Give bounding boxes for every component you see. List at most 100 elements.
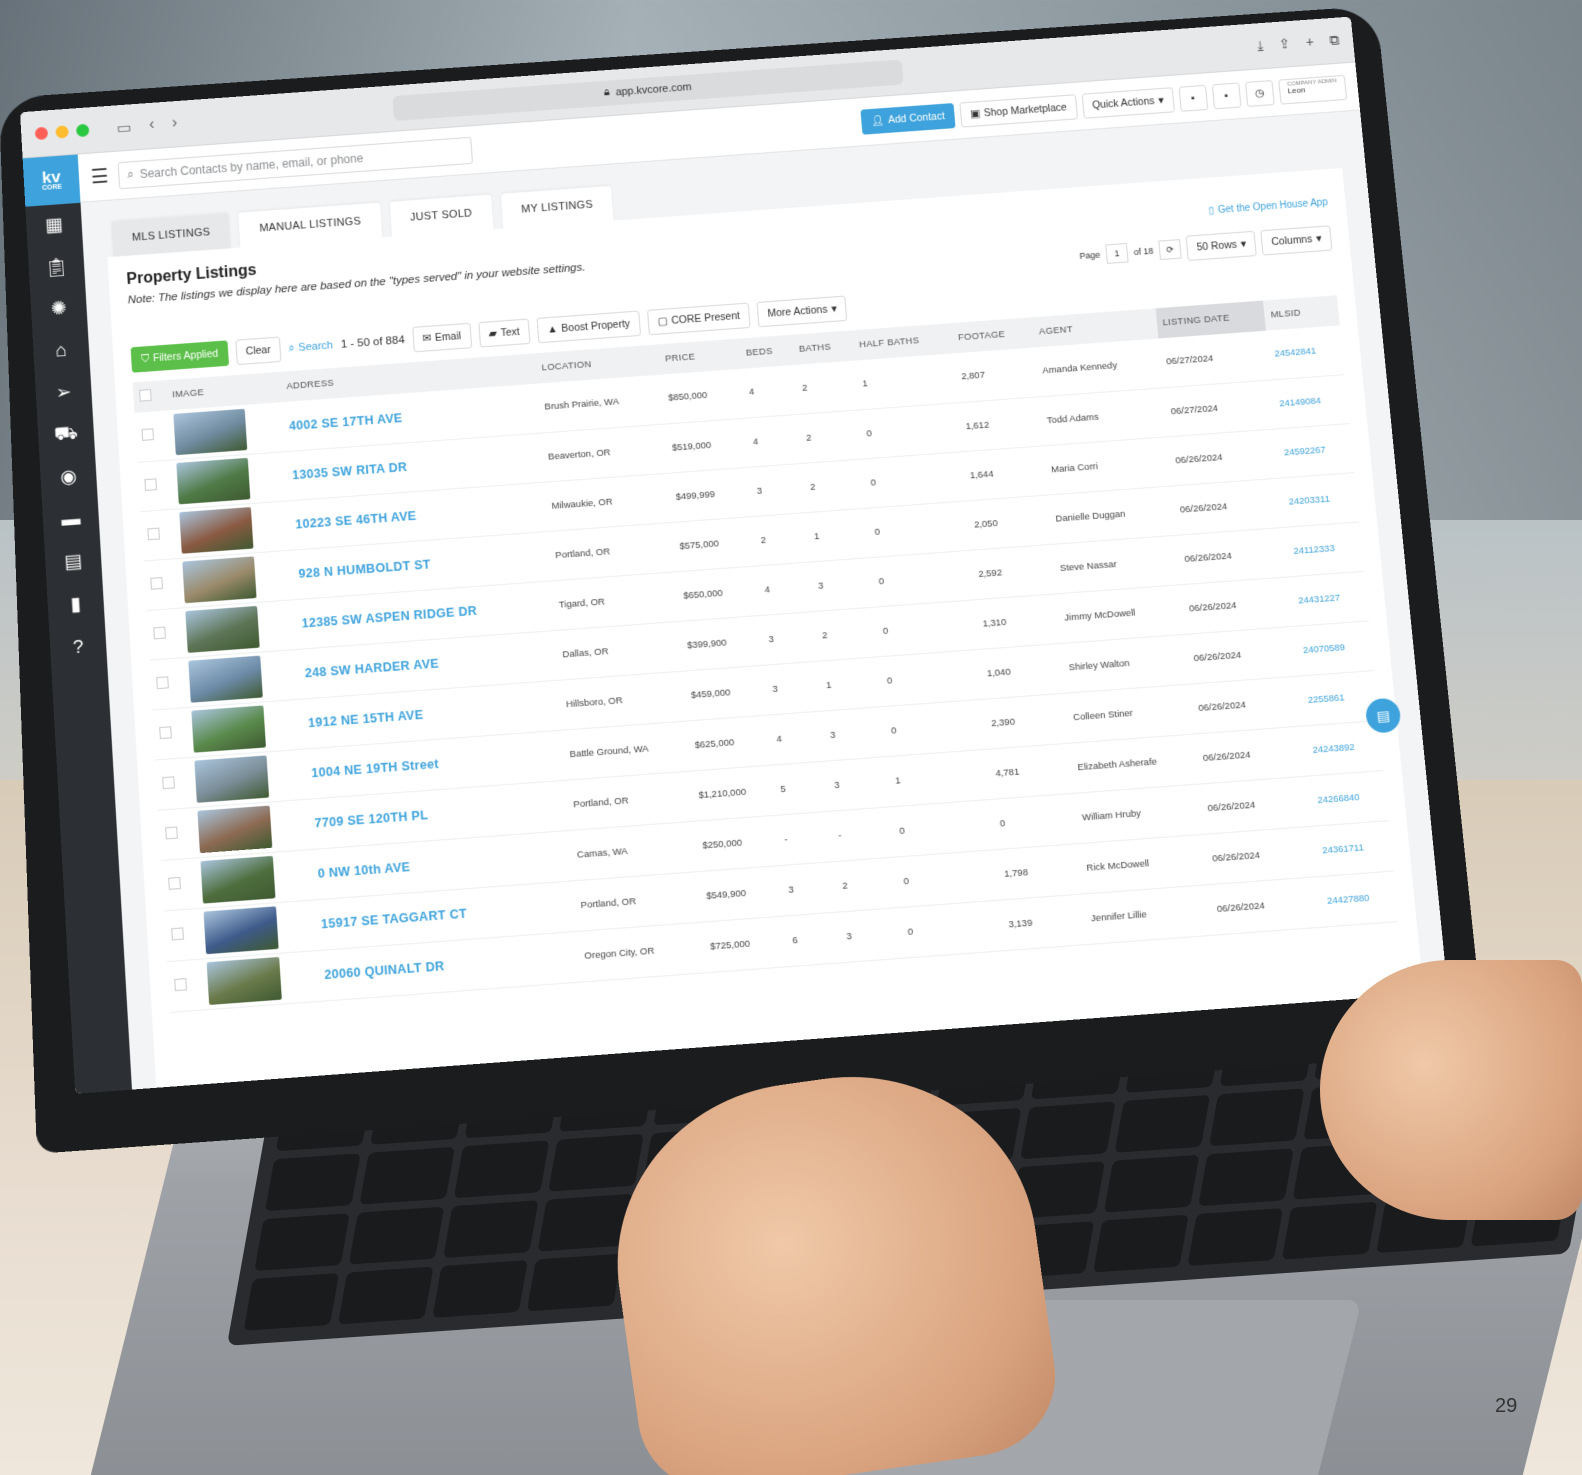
clock-icon: ◷ bbox=[1254, 86, 1265, 100]
search-link[interactable]: ⌕ Search bbox=[288, 339, 333, 355]
property-thumbnail[interactable] bbox=[200, 855, 276, 904]
mlsid-link[interactable]: 24592267 bbox=[1283, 444, 1326, 458]
mlsid-link[interactable]: 24070589 bbox=[1302, 642, 1345, 656]
filters-applied-button[interactable]: ⛉ Filters Applied bbox=[130, 340, 229, 373]
mlsid-link[interactable]: 2255861 bbox=[1307, 692, 1345, 706]
eye-icon[interactable]: ◉ bbox=[40, 454, 98, 500]
tabs-overview-icon[interactable]: ⧉ bbox=[1329, 32, 1340, 49]
mlsid-link[interactable]: 24431227 bbox=[1298, 592, 1341, 606]
row-checkbox[interactable] bbox=[153, 626, 166, 639]
property-address-link[interactable]: 20060 QUINALT DR bbox=[324, 959, 445, 982]
email-button[interactable]: ✉ Email bbox=[411, 322, 472, 353]
envelope-icon: ✉ bbox=[422, 332, 432, 345]
share-icon[interactable]: ⇪ bbox=[1278, 35, 1291, 52]
send-icon[interactable]: ➢ bbox=[35, 370, 93, 416]
row-checkbox[interactable] bbox=[147, 527, 160, 540]
store-icon[interactable]: ▤ bbox=[44, 539, 102, 586]
property-address-link[interactable]: 10223 SE 46TH AVE bbox=[295, 509, 417, 532]
column-header-baths[interactable]: BATHS bbox=[791, 330, 855, 365]
property-address-link[interactable]: 12385 SW ASPEN RIDGE DR bbox=[301, 604, 477, 631]
history-button[interactable]: ◷ bbox=[1244, 79, 1275, 107]
property-address-link[interactable]: 15917 SE TAGGART CT bbox=[321, 906, 468, 931]
column-header-beds[interactable]: BEDS bbox=[738, 334, 795, 369]
page-input[interactable]: 1 bbox=[1105, 242, 1129, 264]
help-icon[interactable]: ? bbox=[49, 624, 107, 671]
property-thumbnail[interactable] bbox=[173, 408, 248, 455]
mlsid-link[interactable]: 24427880 bbox=[1326, 892, 1369, 906]
property-thumbnail[interactable] bbox=[191, 705, 266, 753]
mlsid-link[interactable]: 24542841 bbox=[1274, 346, 1317, 360]
property-thumbnail[interactable] bbox=[194, 755, 270, 803]
row-checkbox[interactable] bbox=[168, 876, 181, 890]
mlsid-link[interactable]: 24203311 bbox=[1288, 493, 1330, 507]
property-thumbnail[interactable] bbox=[176, 457, 251, 505]
home-icon[interactable]: ⌂ bbox=[32, 328, 90, 374]
row-checkbox[interactable] bbox=[174, 977, 187, 991]
more-actions-button[interactable]: More Actions ▾ bbox=[756, 295, 848, 328]
truck-icon[interactable]: ⛟ bbox=[37, 412, 95, 458]
download-icon[interactable]: ⤓ bbox=[1256, 37, 1264, 54]
dashboard-icon[interactable]: ▦ bbox=[25, 203, 83, 249]
tasks-button[interactable]: ▪ bbox=[1211, 82, 1242, 109]
property-thumbnail[interactable] bbox=[185, 605, 260, 653]
network-icon[interactable]: ✺ bbox=[30, 286, 88, 332]
clear-button[interactable]: Clear bbox=[235, 336, 282, 366]
minimize-window-button[interactable] bbox=[55, 125, 69, 139]
card-icon[interactable]: ▬ bbox=[42, 496, 100, 542]
close-window-button[interactable] bbox=[34, 126, 49, 141]
property-thumbnail[interactable] bbox=[197, 805, 273, 854]
maximize-window-button[interactable] bbox=[75, 123, 90, 138]
mlsid-link[interactable]: 24266840 bbox=[1317, 791, 1360, 805]
property-address-link[interactable]: 4002 SE 17TH AVE bbox=[288, 411, 402, 433]
property-thumbnail[interactable] bbox=[188, 655, 263, 703]
row-checkbox[interactable] bbox=[156, 675, 169, 689]
mlsid-link[interactable]: 24243892 bbox=[1312, 741, 1355, 755]
rows-per-page-select[interactable]: 50 Rows ▾ bbox=[1185, 230, 1258, 261]
property-address-link[interactable]: 1004 NE 19TH Street bbox=[311, 757, 439, 780]
property-address-link[interactable]: 7709 SE 120TH PL bbox=[314, 808, 428, 830]
chart-icon[interactable]: ▮ bbox=[47, 581, 105, 628]
refresh-icon[interactable]: ⟳ bbox=[1158, 239, 1182, 261]
property-thumbnail[interactable] bbox=[182, 556, 257, 604]
date-cell: 06/26/2024 bbox=[1203, 825, 1319, 885]
row-checkbox[interactable] bbox=[144, 477, 157, 491]
row-checkbox[interactable] bbox=[141, 428, 155, 442]
date-cell: 06/26/2024 bbox=[1167, 428, 1281, 486]
row-checkbox[interactable] bbox=[159, 725, 172, 739]
columns-button[interactable]: Columns ▾ bbox=[1260, 225, 1333, 256]
select-all-checkbox[interactable] bbox=[139, 389, 152, 402]
clipboard-icon[interactable]: 📋︎ bbox=[28, 244, 86, 290]
property-address-link[interactable]: 0 NW 10th AVE bbox=[317, 860, 410, 881]
new-tab-icon[interactable]: + bbox=[1305, 34, 1315, 51]
user-menu[interactable]: COMPANY ADMIN Leon bbox=[1277, 74, 1348, 105]
property-address-link[interactable]: 928 N HUMBOLDT ST bbox=[298, 557, 431, 581]
open-house-app-link[interactable]: ▯ Get the Open House App bbox=[1207, 185, 1329, 228]
menu-icon[interactable]: ☰ bbox=[90, 164, 109, 189]
row-checkbox[interactable] bbox=[165, 825, 178, 839]
text-button[interactable]: ▰ Text bbox=[477, 318, 531, 348]
row-checkbox[interactable] bbox=[171, 926, 184, 940]
add-contact-button[interactable]: 👤︎ Add Contact bbox=[860, 102, 956, 135]
property-thumbnail[interactable] bbox=[203, 906, 279, 955]
boost-property-button[interactable]: ▲ Boost Property bbox=[536, 310, 641, 344]
kvcore-logo[interactable]: kv CORE bbox=[22, 154, 81, 207]
quick-actions-button[interactable]: Quick Actions ▾ bbox=[1081, 86, 1175, 119]
shop-marketplace-button[interactable]: ▣ Shop Marketplace bbox=[959, 93, 1078, 128]
core-present-button[interactable]: ▢ CORE Present bbox=[646, 302, 751, 336]
mlsid-link[interactable]: 24149084 bbox=[1279, 395, 1322, 409]
property-address-link[interactable]: 248 SW HARDER AVE bbox=[304, 657, 439, 681]
notifications-button[interactable]: ▪ bbox=[1178, 84, 1208, 112]
property-address-link[interactable]: 1912 NE 15TH AVE bbox=[308, 708, 424, 730]
row-checkbox[interactable] bbox=[150, 576, 163, 590]
row-checkbox[interactable] bbox=[162, 775, 175, 789]
date-cell: 06/26/2024 bbox=[1190, 675, 1305, 734]
mlsid-link[interactable]: 24112333 bbox=[1293, 543, 1335, 557]
sidebar-toggle-icon[interactable]: ▭ bbox=[116, 117, 132, 137]
forward-icon[interactable]: › bbox=[171, 114, 177, 134]
price-cell: $725,000 bbox=[702, 915, 789, 973]
property-thumbnail[interactable] bbox=[179, 507, 254, 554]
property-thumbnail[interactable] bbox=[206, 956, 282, 1005]
back-icon[interactable]: ‹ bbox=[149, 116, 155, 136]
mlsid-link[interactable]: 24361711 bbox=[1322, 842, 1365, 856]
property-address-link[interactable]: 13035 SW RITA DR bbox=[292, 460, 408, 482]
